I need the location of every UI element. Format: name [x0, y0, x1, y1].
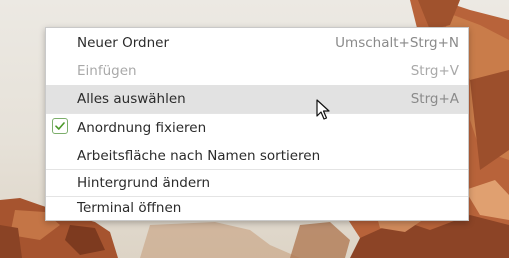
- menu-item-label: Anordnung fixieren: [77, 120, 207, 136]
- menu-item-shortcut: Strg+A: [410, 91, 459, 107]
- menu-item-shortcut: Umschalt+Strg+N: [335, 35, 459, 51]
- menu-item-label: Alles auswählen: [77, 91, 186, 107]
- menu-item-label: Einfügen: [77, 63, 137, 79]
- menu-item-shortcut: Strg+V: [410, 63, 459, 79]
- menu-item-label: Terminal öffnen: [77, 200, 182, 216]
- menu-item-paste[interactable]: Einfügen Strg+V: [46, 57, 468, 85]
- desktop[interactable]: Neuer Ordner Umschalt+Strg+N Einfügen St…: [0, 0, 509, 258]
- menu-item-keep-aligned[interactable]: Anordnung fixieren: [46, 114, 468, 142]
- menu-item-label: Arbeitsfläche nach Namen sortieren: [77, 148, 321, 164]
- menu-item-select-all[interactable]: Alles auswählen Strg+A: [46, 85, 468, 113]
- desktop-context-menu: Neuer Ordner Umschalt+Strg+N Einfügen St…: [45, 27, 469, 221]
- menu-item-label: Neuer Ordner: [77, 35, 170, 51]
- menu-item-open-terminal[interactable]: Terminal öffnen: [46, 196, 468, 220]
- mouse-pointer-icon: [316, 99, 330, 120]
- menu-item-label: Hintergrund ändern: [77, 175, 211, 191]
- menu-item-change-background[interactable]: Hintergrund ändern: [46, 169, 468, 197]
- menu-item-new-folder[interactable]: Neuer Ordner Umschalt+Strg+N: [46, 29, 468, 57]
- menu-item-sort-by-name[interactable]: Arbeitsfläche nach Namen sortieren: [46, 142, 468, 170]
- checkmark-icon: [52, 118, 68, 134]
